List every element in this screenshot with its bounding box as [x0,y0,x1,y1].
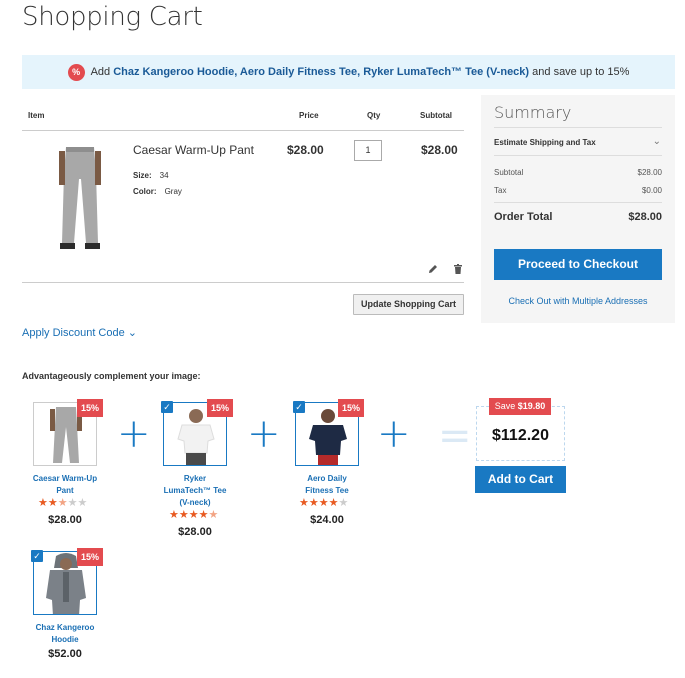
fbt-item-price: $24.00 [310,514,344,526]
color-label: Color: [133,187,157,196]
name-line: Aero Daily [307,474,347,483]
name-line: LumaTech™ Tee [163,486,227,495]
header-price: Price [299,111,319,120]
discount-badge: 15% [338,399,365,417]
plus-icon: + [247,411,281,457]
divider [494,155,662,156]
fbt-item-name[interactable]: Aero Daily Fitness Tee [282,473,372,497]
fbt-item-name[interactable]: Chaz Kangeroo Hoodie [20,622,110,646]
fbt-item-price: $28.00 [178,526,212,538]
plus-icon: + [117,411,151,457]
item-subtotal: $28.00 [421,143,458,157]
save-prefix: Save [494,401,516,411]
order-total-value: $28.00 [628,211,662,223]
option-color: Color: Gray [133,187,182,196]
product-name[interactable]: Caesar Warm-Up Pant [133,143,254,157]
discount-badge: 15% [77,399,104,417]
name-line: Chaz Kangeroo [35,623,95,632]
trash-icon[interactable] [452,263,464,275]
summary-panel: Summary Estimate Shipping and Tax ⌄ Subt… [481,95,675,323]
apply-discount-link[interactable]: Apply Discount Code ⌄ [22,326,137,339]
product-image[interactable] [50,143,110,253]
equals-icon: = [438,413,472,459]
bundle-price: $112.20 [492,427,549,444]
option-size: Size: 34 [133,171,169,180]
page-title: Shopping Cart [22,2,203,32]
rating-stars: ★★★★★ [38,497,88,509]
rating-stars: ★★★★★ [169,509,219,521]
multiple-addresses-link[interactable]: Check Out with Multiple Addresses [481,296,675,306]
color-value: Gray [164,187,182,196]
subtotal-label: Subtotal [494,168,524,177]
tax-label: Tax [494,186,507,195]
discount-badge: 15% [77,548,104,566]
fbt-item-price: $28.00 [48,514,82,526]
rating-stars: ★★★★★ [299,497,349,509]
fbt-title: Advantageously complement your image: [22,371,201,381]
subtotal-value: $28.00 [637,168,662,177]
checkbox[interactable]: ✓ [161,401,173,413]
promo-products[interactable]: Chaz Kangeroo Hoodie, Aero Daily Fitness… [113,66,529,78]
name-line: Fitness Tee [305,486,349,495]
update-cart-button[interactable]: Update Shopping Cart [353,294,464,315]
discount-badge: 15% [207,399,234,417]
name-line: Ryker [183,474,207,483]
promo-suffix: and save up to 15% [532,66,630,78]
save-amount: $19.80 [517,401,546,411]
tax-value: $0.00 [641,186,662,195]
summary-title: Summary [494,103,572,122]
promo-banner: % Add Chaz Kangeroo Hoodie, Aero Daily F… [22,55,675,89]
checkbox[interactable]: ✓ [31,550,43,562]
divider [494,202,662,203]
proceed-to-checkout-button[interactable]: Proceed to Checkout [494,249,662,280]
checkbox[interactable]: ✓ [293,401,305,413]
pencil-icon[interactable] [427,263,439,275]
name-line: Caesar Warm-Up [32,474,98,483]
name-line: Pant [56,486,74,495]
name-line: Hoodie [51,635,79,644]
item-price: $28.00 [287,143,324,157]
percent-icon: % [67,63,85,81]
header-item: Item [28,111,45,120]
header-qty: Qty [367,111,381,120]
header-subtotal: Subtotal [420,111,452,120]
chevron-down-icon[interactable]: ⌄ [653,136,661,147]
size-label: Size: [133,171,152,180]
save-badge: Save $19.80 [489,398,551,415]
divider [494,127,662,128]
promo-prefix: Add [90,66,111,78]
divider [22,282,464,283]
divider [22,130,464,131]
fbt-item-price: $52.00 [48,648,82,660]
chevron-down-icon: ⌄ [127,327,138,339]
name-line: (V-neck) [179,498,211,507]
order-total-label: Order Total [494,211,553,223]
add-to-cart-button[interactable]: Add to Cart [475,466,566,493]
qty-input[interactable]: 1 [354,140,382,161]
fbt-item-name[interactable]: Ryker LumaTech™ Tee (V-neck) [150,473,240,509]
discount-label: Apply Discount Code [22,327,125,339]
estimate-shipping-toggle[interactable]: Estimate Shipping and Tax [494,138,596,147]
plus-icon: + [377,411,411,457]
fbt-item-name[interactable]: Caesar Warm-Up Pant [20,473,110,497]
size-value: 34 [159,171,169,180]
